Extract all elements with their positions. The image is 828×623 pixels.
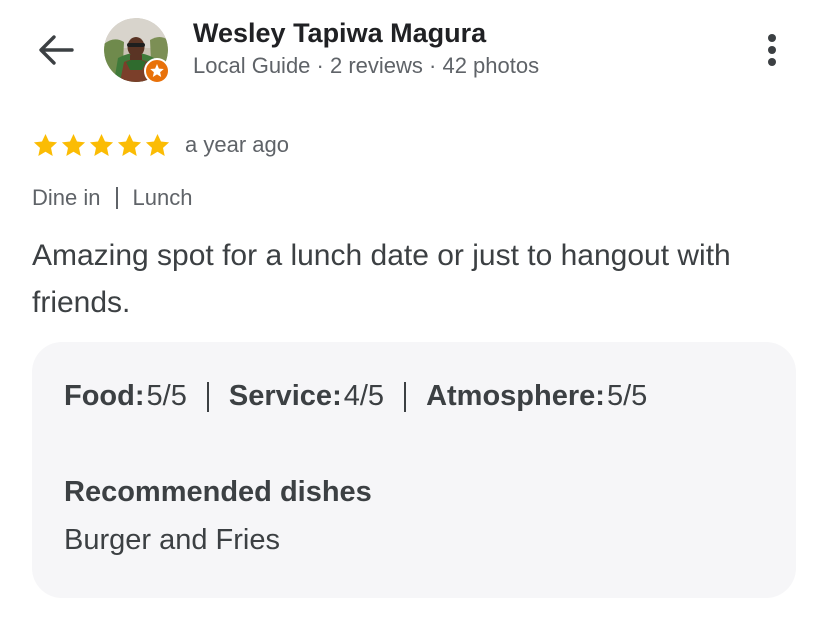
- arrow-back-icon: [39, 35, 74, 65]
- rating-divider: [206, 381, 209, 412]
- reviewer-name[interactable]: Wesley Tapiwa Magura: [193, 18, 486, 49]
- reviewer-review-count: 2 reviews: [329, 53, 423, 78]
- visit-tag-service: Dine in: [32, 185, 101, 210]
- more-vert-icon: [768, 34, 776, 66]
- review-details-card: Food: 5/5 Service: 4/5 Atmosphere: 5/5 R…: [32, 342, 796, 598]
- review-header: Wesley Tapiwa Magura Local Guide · 2 rev…: [0, 0, 828, 100]
- star-rating: [32, 132, 171, 159]
- more-options-button[interactable]: [755, 30, 789, 70]
- rating-row: a year ago: [32, 128, 289, 162]
- local-guide-star-icon: [144, 58, 170, 84]
- food-rating-label: Food: [64, 380, 135, 412]
- review-text: Amazing spot for a lunch date or just to…: [32, 239, 731, 319]
- visit-tag-meal: Lunch: [132, 185, 193, 210]
- food-rating-value: 5/5: [146, 380, 187, 412]
- star-icon: [60, 132, 87, 159]
- recommended-dishes-title: Recommended dishes: [64, 476, 372, 508]
- atmosphere-rating-label: Atmosphere: [426, 380, 596, 412]
- review-page: Wesley Tapiwa Magura Local Guide · 2 rev…: [0, 0, 828, 623]
- visit-tags: Dine in Lunch: [32, 185, 192, 211]
- star-icon: [88, 132, 115, 159]
- reviewer-photo-count: 42 photos: [442, 53, 540, 78]
- avatar-button[interactable]: [104, 18, 170, 84]
- back-button[interactable]: [34, 30, 78, 70]
- service-rating-value: 4/5: [343, 380, 385, 412]
- reviewer-level: Local Guide: [193, 53, 311, 78]
- recommended-dishes-list: Burger and Fries: [64, 524, 280, 556]
- service-rating-label: Service: [228, 380, 333, 412]
- atmosphere-rating-value: 5/5: [606, 380, 648, 412]
- star-icon: [144, 132, 171, 159]
- meta-separator: ·: [422, 53, 443, 78]
- star-icon: [116, 132, 143, 159]
- aspect-ratings: Food: 5/5 Service: 4/5 Atmosphere: 5/5: [64, 380, 648, 412]
- star-icon: [32, 132, 59, 159]
- reviewer-meta: Local Guide · 2 reviews · 42 photos: [193, 53, 539, 79]
- rating-divider: [404, 381, 407, 412]
- meta-separator: ·: [310, 53, 330, 78]
- review-date: a year ago: [185, 132, 289, 157]
- tag-divider: [116, 187, 119, 209]
